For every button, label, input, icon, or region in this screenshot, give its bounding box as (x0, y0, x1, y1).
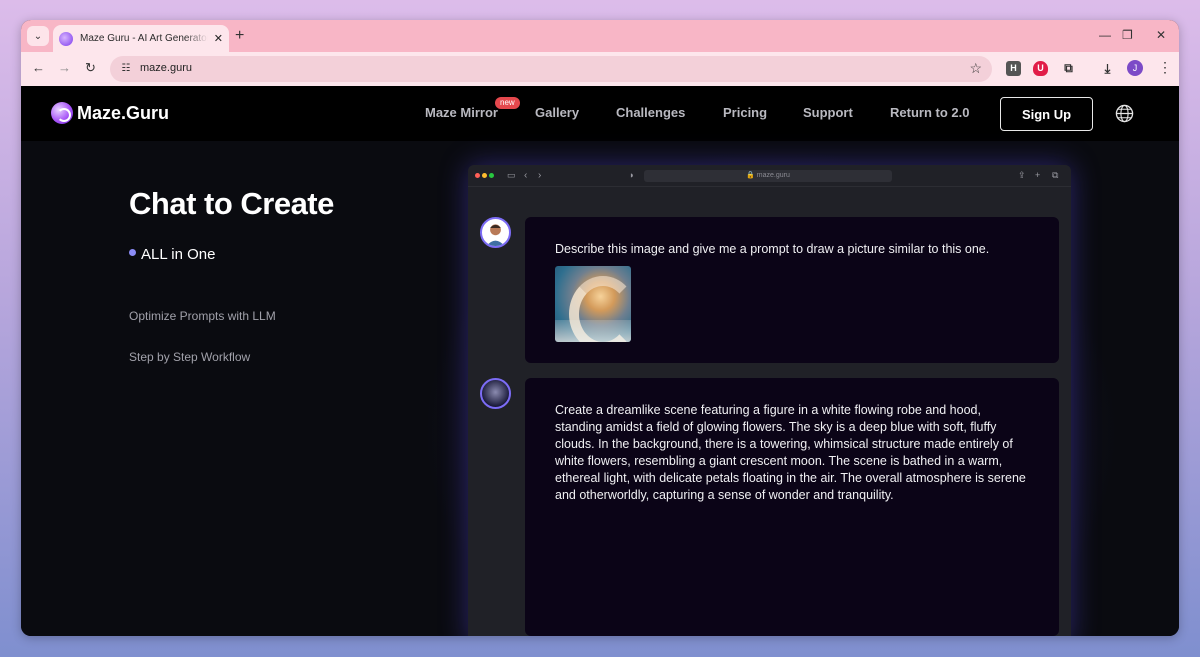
nav-challenges[interactable]: Challenges (616, 105, 685, 120)
mock-titlebar: ▭ ‹ › ◗ 🔒 maze.guru ⇪ + ⧉ (468, 165, 1071, 187)
mock-url: 🔒 maze.guru (644, 170, 892, 182)
user-message-bubble: Describe this image and give me a prompt… (525, 217, 1059, 363)
site-logo[interactable]: Maze.Guru (51, 102, 169, 124)
bot-avatar (480, 378, 511, 409)
bot-message-bubble: Create a dreamlike scene featuring a fig… (525, 378, 1059, 636)
profile-avatar[interactable]: J (1127, 60, 1143, 76)
feature-step-by-step[interactable]: Step by Step Workflow (129, 350, 250, 364)
bookmark-star-icon[interactable]: ☆ (969, 60, 982, 77)
download-icon[interactable]: ⤓ (1100, 61, 1115, 76)
mock-forward-icon: › (538, 170, 542, 181)
user-avatar (480, 217, 511, 248)
address-bar[interactable]: ☷ maze.guru ☆ (110, 56, 992, 82)
window-close-icon[interactable]: ✕ (1156, 28, 1166, 42)
globe-icon[interactable] (1115, 104, 1134, 123)
new-tab-button[interactable]: + (235, 27, 244, 45)
tab-search-button[interactable]: ⌄ (27, 26, 49, 46)
active-feature-bullet (129, 249, 136, 256)
new-badge: new (495, 97, 520, 109)
nav-gallery[interactable]: Gallery (535, 105, 579, 120)
tab-title: Maze Guru - AI Art Generator - (80, 33, 208, 44)
chevron-down-icon: ⌄ (33, 30, 43, 42)
mock-shield-icon: ◗ (629, 170, 635, 180)
mock-browser-window: ▭ ‹ › ◗ 🔒 maze.guru ⇪ + ⧉ Describe this … (468, 165, 1071, 636)
page-content: Maze.Guru Maze Mirror new Gallery Challe… (21, 86, 1179, 636)
nav-return-to-2[interactable]: Return to 2.0 (890, 105, 969, 120)
restore-icon[interactable]: ❐ (1122, 28, 1133, 42)
brand-name: Maze.Guru (77, 102, 170, 123)
mock-zoom-dot (489, 173, 494, 178)
browser-window: ⌄ Maze Guru - AI Art Generator - ✕ + — ❐… (21, 20, 1179, 636)
bot-message-text: Create a dreamlike scene featuring a fig… (555, 403, 1026, 502)
puzzle-extensions-icon[interactable]: ⧉ (1061, 61, 1076, 76)
attached-image[interactable] (555, 266, 631, 342)
tab-maze-guru[interactable]: Maze Guru - AI Art Generator - ✕ (53, 25, 229, 52)
mock-close-dot (475, 173, 480, 178)
user-message-text: Describe this image and give me a prompt… (555, 242, 990, 256)
shield-extension-icon[interactable]: U (1033, 61, 1048, 76)
tab-strip: ⌄ Maze Guru - AI Art Generator - ✕ + — ❐… (21, 20, 1179, 52)
minimize-icon[interactable]: — (1099, 28, 1111, 42)
maze-guru-favicon-icon (59, 31, 73, 46)
mock-minimize-dot (482, 173, 487, 178)
feature-optimize-prompts[interactable]: Optimize Prompts with LLM (129, 309, 276, 323)
close-icon[interactable]: ✕ (214, 32, 223, 45)
hero-title: Chat to Create (129, 186, 334, 221)
extension-h-icon[interactable]: H (1006, 61, 1021, 76)
url-text: maze.guru (140, 62, 192, 74)
mock-back-icon: ‹ (524, 170, 528, 181)
forward-arrow-icon[interactable]: → (58, 60, 71, 75)
site-navbar: Maze.Guru Maze Mirror new Gallery Challe… (21, 86, 1179, 141)
reload-icon[interactable]: ↻ (85, 60, 96, 76)
mock-plus-icon: + (1035, 170, 1041, 180)
mock-sidebar-icon: ▭ (507, 170, 516, 180)
nav-maze-mirror[interactable]: Maze Mirror (425, 105, 498, 120)
browser-toolbar: ← → ↻ ☷ maze.guru ☆ H U ⧉ ⤓ J ⋮ (21, 52, 1179, 86)
maze-guru-logo-icon (51, 102, 73, 124)
more-menu-icon[interactable]: ⋮ (1158, 59, 1172, 76)
mock-tabs-icon: ⧉ (1052, 170, 1059, 180)
mock-share-icon: ⇪ (1018, 170, 1026, 180)
feature-all-in-one[interactable]: ALL in One (141, 246, 216, 263)
back-arrow-icon[interactable]: ← (32, 60, 45, 75)
nav-support[interactable]: Support (803, 105, 853, 120)
nav-pricing[interactable]: Pricing (723, 105, 767, 120)
sign-up-button[interactable]: Sign Up (1000, 97, 1093, 131)
site-settings-icon[interactable]: ☷ (118, 61, 134, 77)
